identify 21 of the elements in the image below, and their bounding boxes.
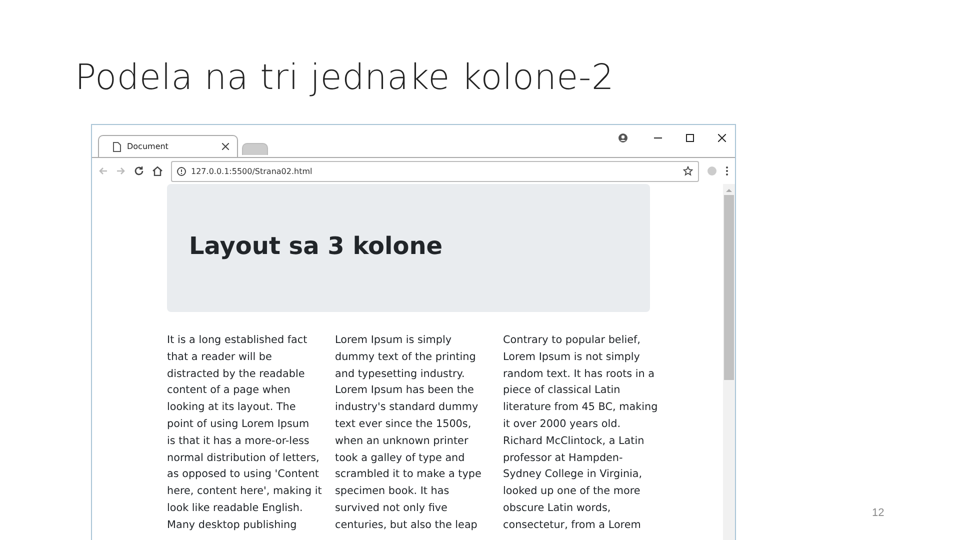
document-icon [113,142,121,152]
close-icon[interactable] [718,134,726,142]
page-heading: Layout sa 3 kolone [167,184,650,312]
address-bar[interactable]: 127.0.0.1:5500/Strana02.html [171,160,699,182]
url-text: 127.0.0.1:5500/Strana02.html [191,166,314,176]
reload-icon[interactable] [134,166,144,176]
column-text: Contrary to popular belief, Lorem Ipsum is not simply random text. It has roots in a piece of classical Latin literature from 45 BC, making it over 2000 years old. Richard McClintock, a Latin professor at Hampden- Sydney College in Virginia, looked up one of the more obscure Latin words, consectetur, from a Lorem [503,333,659,533]
tab-title: Document [127,142,170,151]
profile-icon[interactable] [618,133,628,143]
star-icon[interactable] [683,166,693,176]
home-icon[interactable] [152,166,163,176]
maximize-icon[interactable] [686,134,694,142]
page-number: 12 [872,507,884,519]
info-icon [177,166,186,176]
slide-title: Podela na tri jednake kolone-2 [74,57,616,100]
browser-tab[interactable]: Document [98,135,238,157]
column-text: Lorem Ipsum is simply dummy text of the printing and typesetting industry. Lorem Ipsum has been the industry's standard dummy text ever since the 1500s, when an unknown printer took a galley of type and scrambled it to make a type specimen book. It has survived not only five centuries, but also the leap [335,333,482,533]
close-icon[interactable] [222,143,229,150]
menu-icon[interactable] [725,166,729,176]
scrollbar[interactable] [723,184,735,540]
column-text: It is a long established fact that a reader will be distracted by the readable content of a page when looking at its layout. The point of using Lorem Ipsum is that it has a more-or-less normal distribution of letters, as opposed to using 'Content here, content here', making it look like readable English. Many desktop publishing [167,333,323,533]
